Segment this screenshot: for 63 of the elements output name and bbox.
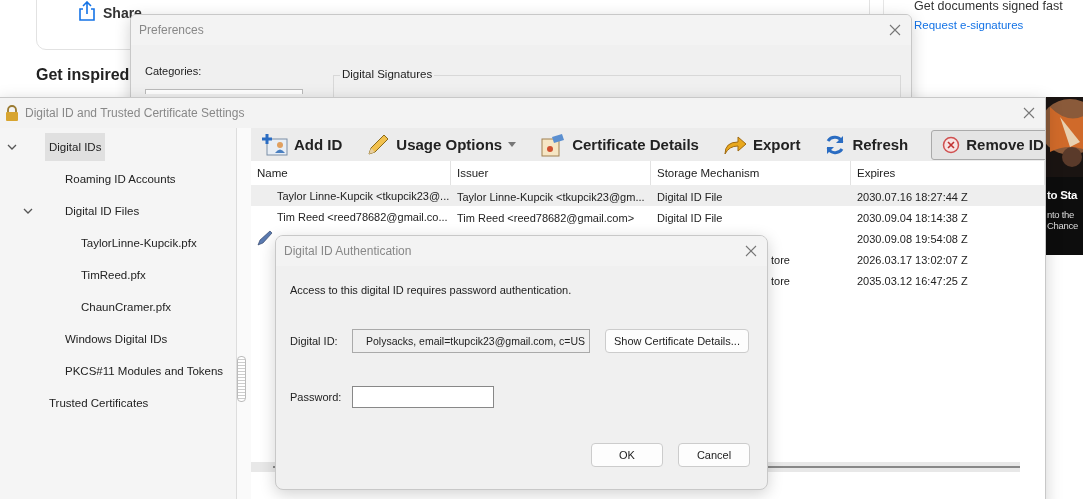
auth-message: Access to this digital ID requires password authentication. bbox=[290, 284, 573, 296]
window-title: Preferences bbox=[138, 23, 205, 37]
table-cell: Tim Reed <reed78682@gmail.co... bbox=[277, 210, 448, 223]
tree-item[interactable]: TimReed.pfx bbox=[77, 261, 150, 289]
table-cell-text: 2030.09.04 18:14:38 Z bbox=[856, 211, 968, 224]
toolbar-button[interactable]: Remove ID bbox=[931, 129, 1045, 160]
toolbar-button[interactable]: Usage Options bbox=[365, 129, 518, 160]
password-field[interactable] bbox=[352, 386, 494, 408]
table-cell-text: Digital ID File bbox=[656, 190, 723, 203]
id-card-plus-icon bbox=[262, 132, 288, 157]
table-cell-text: Digital ID File bbox=[656, 211, 723, 224]
table-cell-text: tore bbox=[770, 274, 790, 287]
password-label: Password: bbox=[290, 391, 343, 403]
splitter-grip[interactable] bbox=[237, 356, 246, 402]
table-cell-text: 2035.03.12 16:47:25 Z bbox=[856, 274, 968, 287]
toolbar-button[interactable]: Refresh bbox=[823, 129, 910, 160]
promo-card[interactable]: to Sta nto the Chance bbox=[1045, 97, 1083, 255]
digital-id-label: Digital ID: bbox=[290, 335, 339, 347]
table-cell-text: 2026.03.17 13:02:07 Z bbox=[856, 253, 968, 266]
table-cell-text: 2030.09.08 19:54:08 Z bbox=[856, 232, 968, 245]
certificate-icon bbox=[540, 132, 567, 157]
close-icon[interactable] bbox=[745, 245, 757, 257]
tree-item[interactable]: Trusted Certificates bbox=[45, 389, 153, 417]
window-title: Digital ID and Trusted Certificate Settings bbox=[25, 106, 246, 120]
promo-title: to Sta bbox=[1047, 189, 1078, 201]
digital-id-field[interactable]: Polysacks, email=tkupcik23@gmail.com, c=US bbox=[352, 329, 590, 353]
promo-text: nto the bbox=[1047, 209, 1075, 220]
close-icon[interactable] bbox=[1023, 107, 1035, 119]
chevron-icon[interactable] bbox=[7, 142, 17, 152]
pencil-icon bbox=[366, 132, 391, 157]
table-cell: Taylor Linne-Kupcik <tkupcik23@... bbox=[277, 189, 450, 202]
dialog-button[interactable]: Cancel bbox=[678, 443, 750, 467]
table-cell-text: Tim Reed <reed78682@gmail.com> bbox=[456, 211, 635, 224]
remove-icon bbox=[942, 135, 961, 154]
close-icon[interactable] bbox=[889, 24, 901, 36]
tree-item[interactable]: ChaunCramer.pfx bbox=[77, 293, 176, 321]
table-cell-text: 2030.07.16 18:27:44 Z bbox=[856, 190, 968, 203]
categories-label: Categories: bbox=[145, 65, 203, 77]
section-title: Get inspired bbox=[36, 66, 130, 84]
request-link[interactable]: Request e-signatures bbox=[914, 19, 1083, 31]
tree-item[interactable]: Digital ID Files bbox=[61, 197, 144, 225]
toolbar-button[interactable]: Add ID bbox=[261, 129, 344, 160]
share-icon[interactable] bbox=[77, 1, 97, 21]
show-details-button[interactable]: Show Certificate Details... bbox=[605, 329, 749, 353]
toolbar-button[interactable]: Certificate Details bbox=[539, 129, 700, 160]
arrow-icon bbox=[722, 133, 747, 156]
chevron-icon[interactable] bbox=[23, 206, 33, 216]
tree-item[interactable]: PKCS#11 Modules and Tokens bbox=[61, 357, 228, 385]
tree-item[interactable]: TaylorLinne-Kupcik.pfx bbox=[77, 229, 201, 257]
tree-item[interactable]: Roaming ID Accounts bbox=[61, 165, 180, 193]
table-row[interactable]: Taylor Linne-Kupcik <tkupcik23@... Taylor Linne-Kupcik <tkupcik23@gm... Digital ID File 2030.07.16 18:27:44 Z bbox=[251, 185, 1045, 206]
caret-icon bbox=[508, 142, 517, 147]
table-cell-text: Taylor Linne-Kupcik <tkupcik23@gm... bbox=[456, 190, 645, 203]
tree-item[interactable]: Digital IDs bbox=[45, 133, 106, 161]
panel-heading: Get documents signed fast bbox=[914, 0, 1064, 13]
dialog-title: Digital ID Authentication bbox=[283, 244, 413, 258]
lock-icon bbox=[5, 105, 19, 121]
dialog-button[interactable]: OK bbox=[591, 443, 663, 467]
tree-item[interactable]: Windows Digital IDs bbox=[61, 325, 172, 353]
promo-text: Chance bbox=[1047, 220, 1078, 231]
group-title: Digital Signatures bbox=[340, 68, 435, 80]
table-cell-text: tore bbox=[770, 253, 790, 266]
toolbar-button[interactable]: Export bbox=[721, 129, 802, 160]
